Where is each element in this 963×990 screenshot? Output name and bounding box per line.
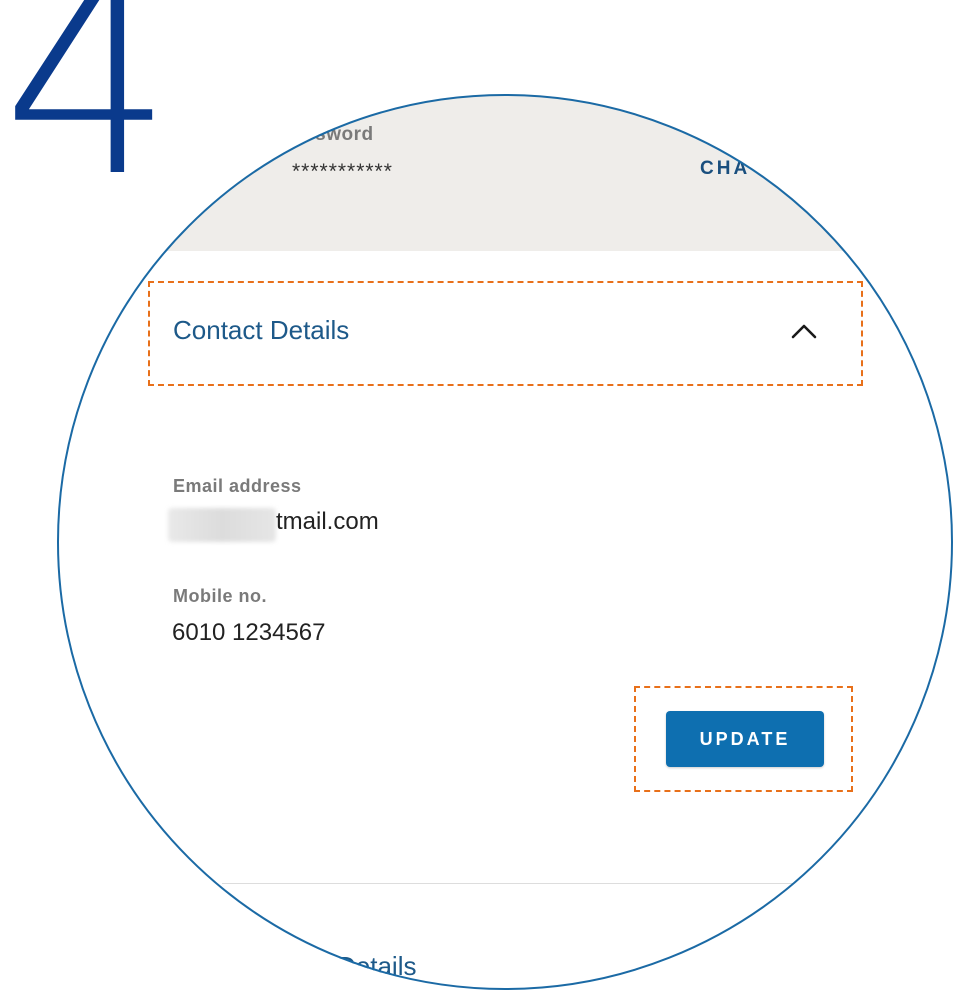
change-password-link[interactable]: CHA	[700, 158, 750, 180]
email-redaction-mask	[168, 508, 276, 542]
mobile-value: 6010 1234567	[172, 619, 326, 646]
password-label: assword	[293, 124, 374, 145]
email-label: Email address	[173, 476, 302, 496]
update-button[interactable]: UPDATE	[666, 711, 824, 767]
password-panel: assword *********** CHA	[57, 94, 953, 251]
zoomed-content: assword *********** CHA Contact Details …	[57, 94, 953, 990]
magnifier-lens: assword *********** CHA Contact Details …	[57, 94, 953, 990]
contact-details-header[interactable]: Contact Details	[150, 282, 861, 384]
email-value: tmail.com	[276, 508, 379, 535]
contact-details-title: Contact Details	[173, 315, 350, 345]
section-divider	[222, 883, 822, 884]
chevron-up-icon[interactable]	[790, 322, 818, 340]
mobile-label: Mobile no.	[173, 586, 267, 606]
password-value: ***********	[292, 160, 393, 183]
next-section-header[interactable]: Details	[337, 951, 416, 982]
step-number: 4	[2, 0, 174, 236]
